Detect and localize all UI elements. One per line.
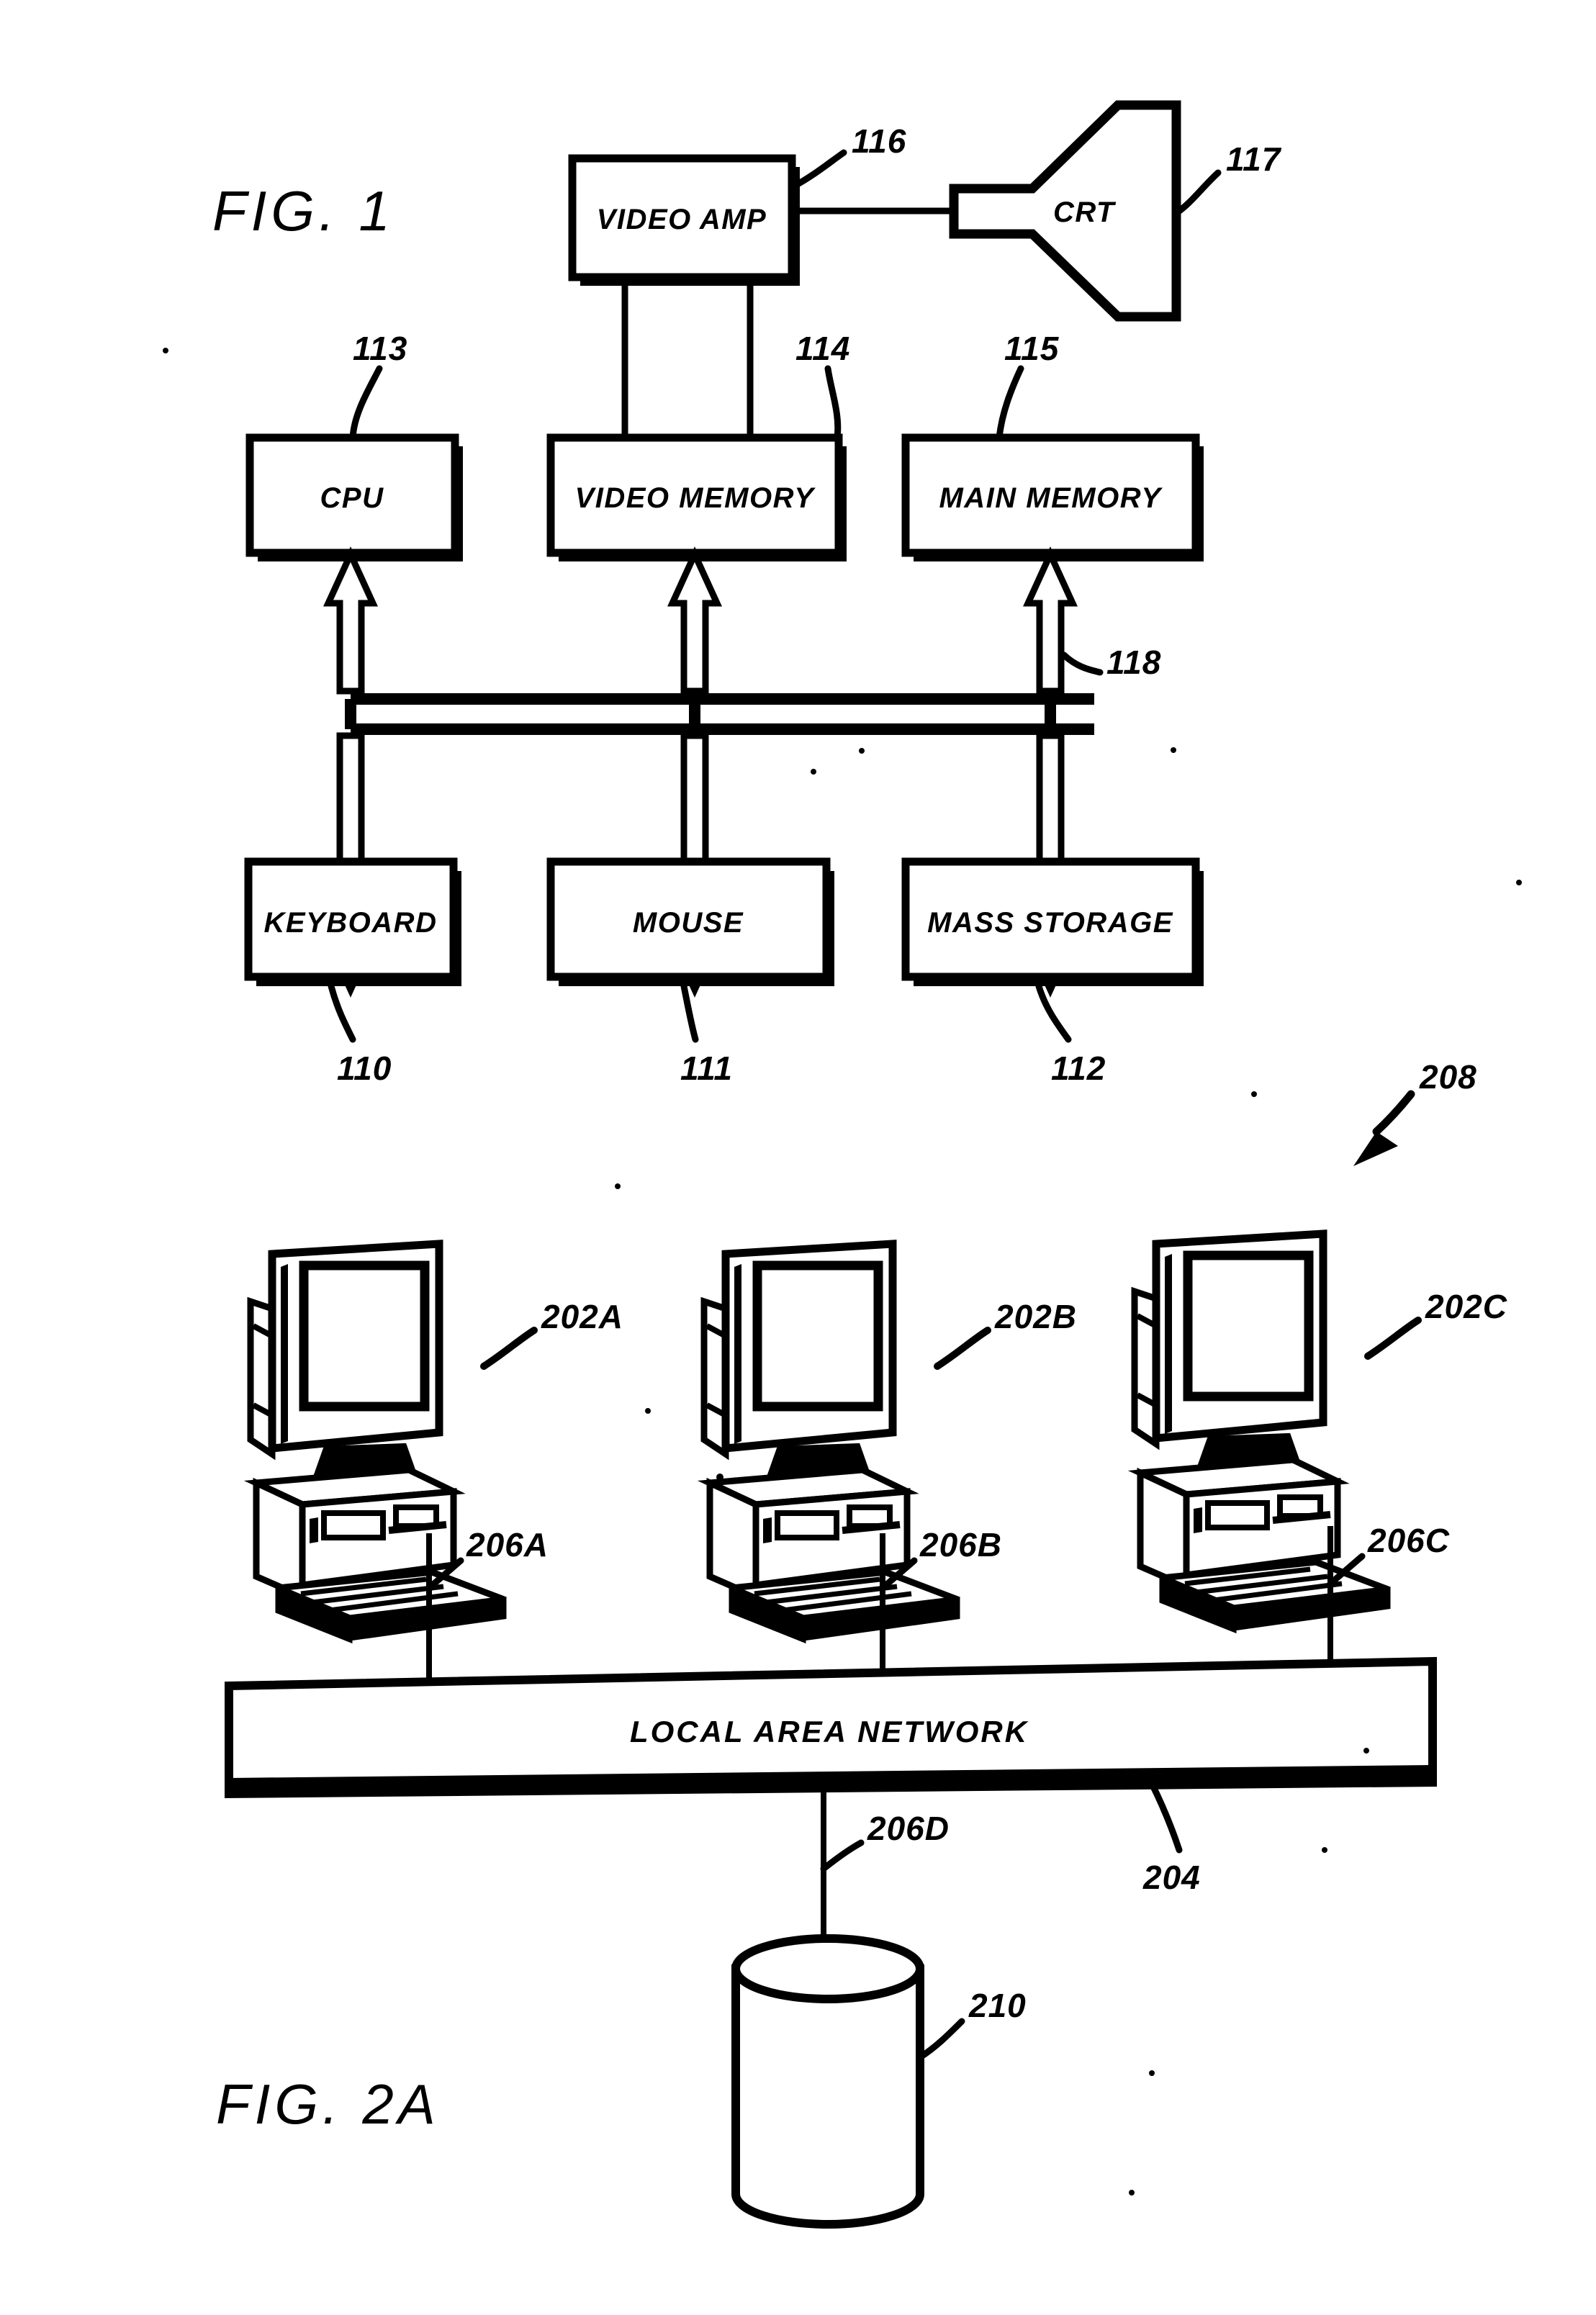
ref-117: 117 <box>1226 140 1282 178</box>
video-amp-block: VIDEO AMP <box>568 154 800 286</box>
ref-110: 110 <box>337 1050 392 1087</box>
keyboard-label: KEYBOARD <box>264 907 438 939</box>
video-memory-label: VIDEO MEMORY <box>575 482 816 514</box>
ref-202b: 202B <box>994 1298 1077 1335</box>
ref-115: 115 <box>1004 330 1060 367</box>
ref-202c: 202C <box>1425 1288 1507 1325</box>
mouse-label: MOUSE <box>633 907 744 939</box>
video-amp-label: VIDEO AMP <box>597 204 767 235</box>
cpu-label: CPU <box>320 482 384 514</box>
figure-2a-title: FIG. 2A <box>216 2072 440 2136</box>
ref-202a: 202A <box>541 1298 623 1335</box>
ref-204: 204 <box>1142 1859 1201 1896</box>
figure-1-title: FIG. 1 <box>212 179 395 243</box>
bus-arrow-mainmem-up <box>1023 546 1078 695</box>
local-area-network-label: LOCAL AREA NETWORK <box>630 1715 1029 1748</box>
bus-arrow-cpu-up <box>323 546 378 695</box>
ref-112: 112 <box>1051 1050 1106 1087</box>
mouse-block: MOUSE <box>546 857 834 986</box>
keyboard-block: KEYBOARD <box>244 857 461 986</box>
ref-206c: 206C <box>1367 1522 1450 1559</box>
figures-svg: FIG. 1 VIDEO AMP 116 CRT 117 CPU 113 VID… <box>163 100 1522 2229</box>
video-memory-block: VIDEO MEMORY <box>546 433 847 561</box>
ref-116: 116 <box>852 122 906 160</box>
bus-arrow-videomem-up <box>667 546 722 695</box>
ref-118: 118 <box>1106 644 1161 681</box>
patent-drawing-sheet: FIG. 1 VIDEO AMP 116 CRT 117 CPU 113 VID… <box>0 0 1596 2315</box>
drawing-canvas: FIG. 1 VIDEO AMP 116 CRT 117 CPU 113 VID… <box>0 0 1596 2315</box>
cpu-block: CPU <box>245 433 463 561</box>
ref-114: 114 <box>795 330 850 367</box>
ref-208: 208 <box>1419 1058 1477 1096</box>
crt-block: CRT <box>949 100 1181 322</box>
mass-storage-label: MASS STORAGE <box>927 907 1173 939</box>
workstation-b <box>697 1240 960 1644</box>
mass-storage-block: MASS STORAGE <box>901 857 1204 986</box>
figure-2a: 208 202A 206A 202B 206B 202C 206C LOCAL … <box>216 1058 1507 2229</box>
main-memory-block: MAIN MEMORY <box>901 433 1204 561</box>
ref-206b: 206B <box>919 1526 1002 1563</box>
figure-1: FIG. 1 VIDEO AMP 116 CRT 117 CPU 113 VID… <box>212 100 1282 1087</box>
local-area-network-bar: LOCAL AREA NETWORK <box>225 1656 1437 1799</box>
ref-206a: 206A <box>466 1526 549 1563</box>
ref-111: 111 <box>680 1050 733 1087</box>
ref-206d: 206D <box>867 1810 950 1847</box>
workstation-a <box>243 1240 507 1644</box>
crt-label: CRT <box>1053 197 1117 228</box>
system-ref-208: 208 <box>1353 1058 1477 1166</box>
ref-113: 113 <box>353 330 407 367</box>
ref-210: 210 <box>968 1987 1027 2024</box>
database-cylinder <box>731 1934 924 2229</box>
main-memory-label: MAIN MEMORY <box>939 482 1163 514</box>
